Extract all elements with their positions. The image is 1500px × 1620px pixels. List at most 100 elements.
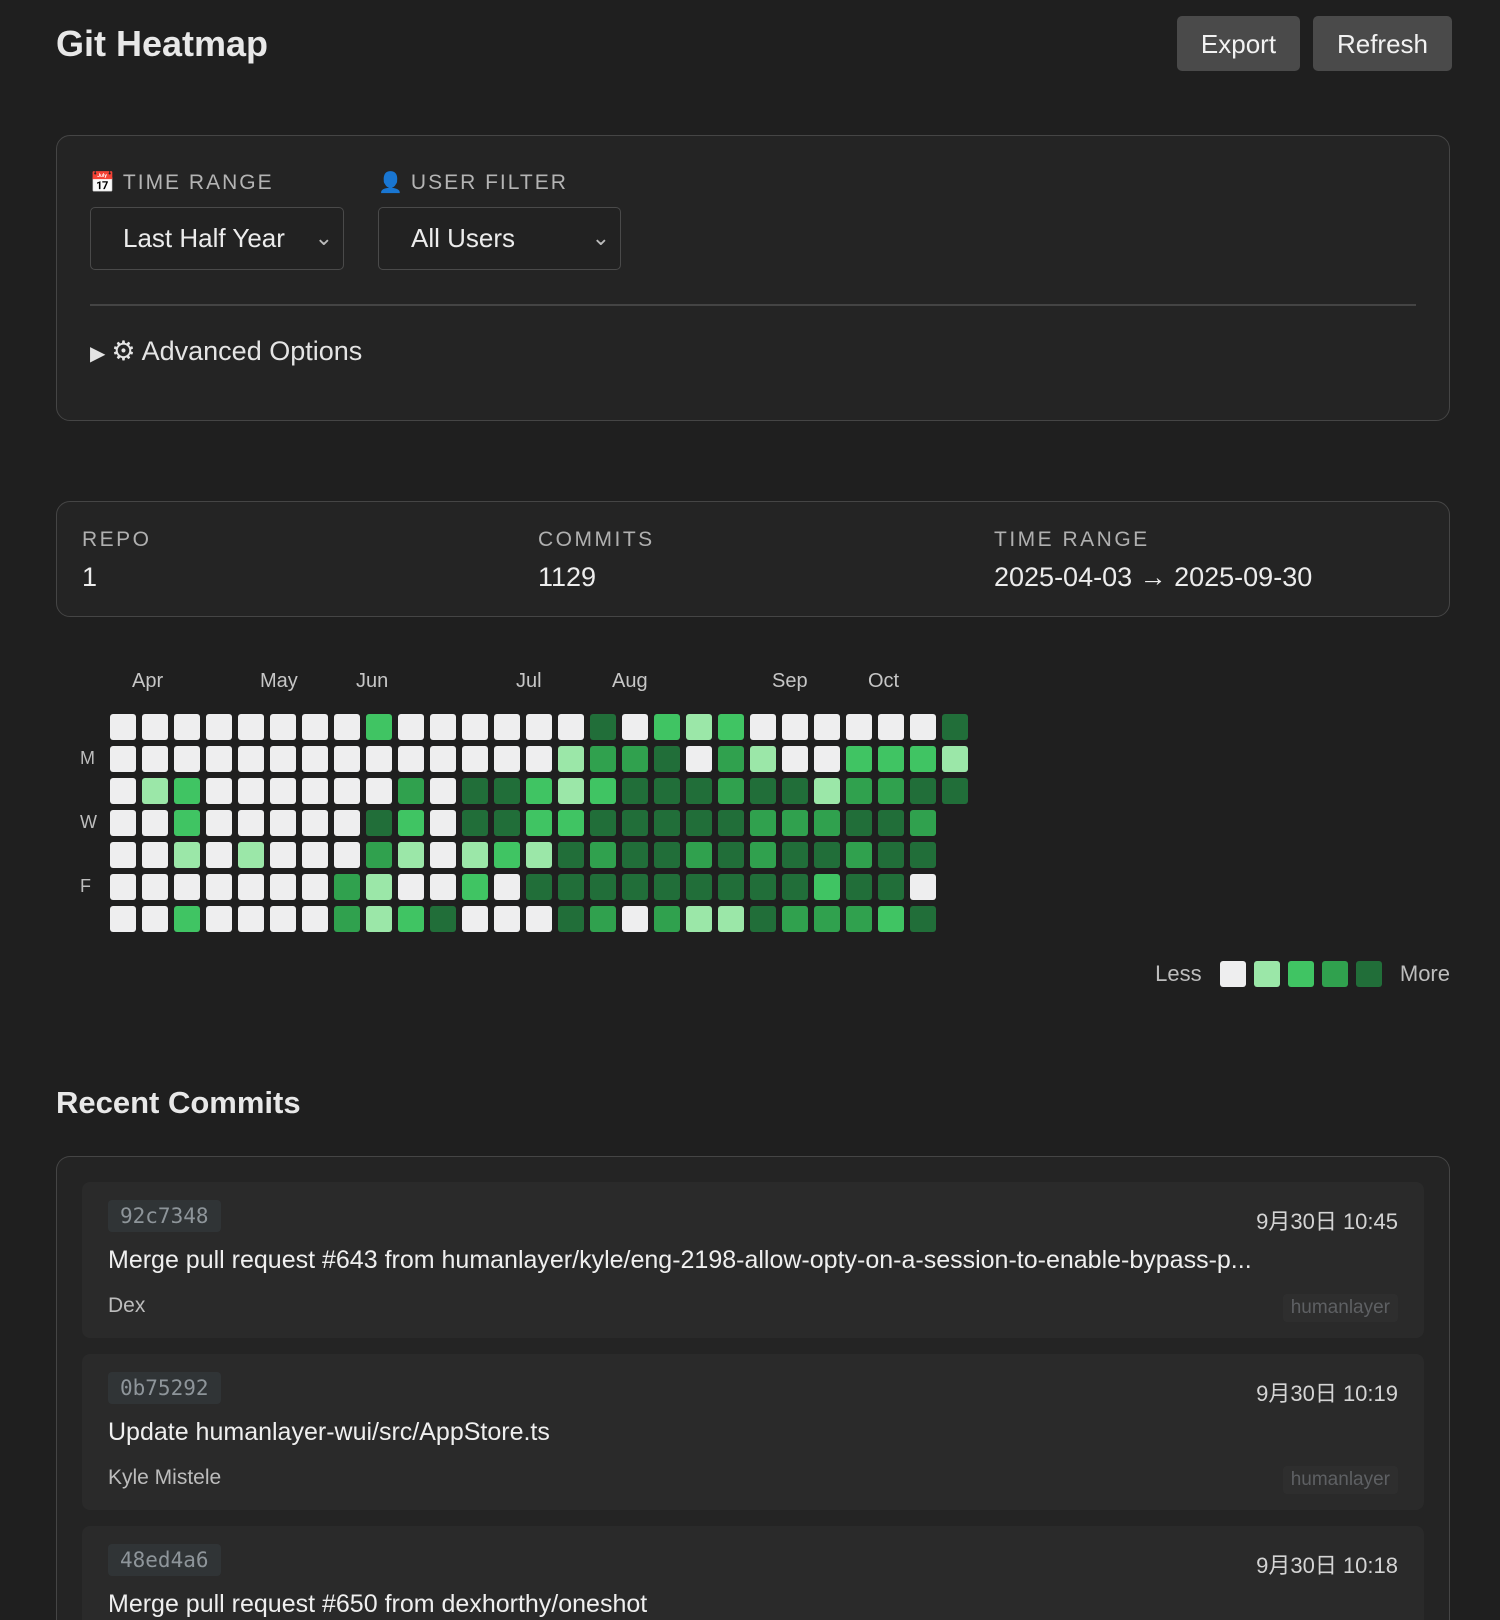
heatmap-cell[interactable] — [750, 746, 776, 772]
heatmap-cell[interactable] — [174, 714, 200, 740]
heatmap-cell[interactable] — [238, 842, 264, 868]
heatmap-cell[interactable] — [558, 842, 584, 868]
heatmap-cell[interactable] — [686, 714, 712, 740]
heatmap-cell[interactable] — [526, 810, 552, 836]
heatmap-cell[interactable] — [398, 906, 424, 932]
heatmap-cell[interactable] — [654, 714, 680, 740]
heatmap-cell[interactable] — [270, 714, 296, 740]
heatmap-cell[interactable] — [334, 874, 360, 900]
heatmap-cell[interactable] — [430, 810, 456, 836]
heatmap-cell[interactable] — [878, 778, 904, 804]
heatmap-cell[interactable] — [750, 810, 776, 836]
heatmap-cell[interactable] — [110, 842, 136, 868]
heatmap-cell[interactable] — [526, 874, 552, 900]
heatmap-cell[interactable] — [334, 714, 360, 740]
heatmap-cell[interactable] — [462, 842, 488, 868]
heatmap-cell[interactable] — [174, 778, 200, 804]
heatmap-cell[interactable] — [622, 874, 648, 900]
heatmap-cell[interactable] — [398, 714, 424, 740]
heatmap-cell[interactable] — [846, 714, 872, 740]
heatmap-cell[interactable] — [750, 874, 776, 900]
heatmap-cell[interactable] — [622, 810, 648, 836]
heatmap-cell[interactable] — [782, 778, 808, 804]
heatmap-cell[interactable] — [270, 874, 296, 900]
heatmap-cell[interactable] — [782, 746, 808, 772]
heatmap-cell[interactable] — [206, 842, 232, 868]
heatmap-cell[interactable] — [654, 874, 680, 900]
heatmap-cell[interactable] — [302, 714, 328, 740]
heatmap-cell[interactable] — [910, 842, 936, 868]
heatmap-cell[interactable] — [590, 746, 616, 772]
heatmap-cell[interactable] — [654, 906, 680, 932]
heatmap-cell[interactable] — [590, 714, 616, 740]
heatmap-cell[interactable] — [398, 874, 424, 900]
heatmap-cell[interactable] — [814, 906, 840, 932]
heatmap-cell[interactable] — [494, 874, 520, 900]
heatmap-cell[interactable] — [174, 842, 200, 868]
heatmap-cell[interactable] — [654, 746, 680, 772]
heatmap-cell[interactable] — [846, 874, 872, 900]
heatmap-cell[interactable] — [142, 746, 168, 772]
heatmap-cell[interactable] — [878, 842, 904, 868]
heatmap-cell[interactable] — [110, 906, 136, 932]
heatmap-cell[interactable] — [494, 778, 520, 804]
heatmap-cell[interactable] — [558, 906, 584, 932]
heatmap-cell[interactable] — [558, 714, 584, 740]
heatmap-cell[interactable] — [686, 778, 712, 804]
heatmap-cell[interactable] — [398, 842, 424, 868]
heatmap-cell[interactable] — [302, 842, 328, 868]
heatmap-cell[interactable] — [814, 842, 840, 868]
heatmap-cell[interactable] — [910, 810, 936, 836]
heatmap-cell[interactable] — [238, 714, 264, 740]
heatmap-cell[interactable] — [814, 746, 840, 772]
heatmap-cell[interactable] — [238, 778, 264, 804]
heatmap-cell[interactable] — [782, 874, 808, 900]
heatmap-cell[interactable] — [462, 778, 488, 804]
heatmap-cell[interactable] — [750, 906, 776, 932]
heatmap-cell[interactable] — [430, 874, 456, 900]
heatmap-cell[interactable] — [270, 810, 296, 836]
heatmap-cell[interactable] — [334, 746, 360, 772]
heatmap-cell[interactable] — [942, 746, 968, 772]
heatmap-cell[interactable] — [334, 778, 360, 804]
advanced-options-toggle[interactable]: ▶ ⚙ Advanced Options — [90, 336, 362, 367]
heatmap-cell[interactable] — [750, 842, 776, 868]
heatmap-cell[interactable] — [622, 842, 648, 868]
heatmap-cell[interactable] — [814, 778, 840, 804]
heatmap-cell[interactable] — [302, 906, 328, 932]
heatmap-cell[interactable] — [782, 810, 808, 836]
heatmap-cell[interactable] — [782, 906, 808, 932]
heatmap-cell[interactable] — [110, 714, 136, 740]
heatmap-cell[interactable] — [206, 778, 232, 804]
heatmap-cell[interactable] — [494, 906, 520, 932]
heatmap-cell[interactable] — [846, 906, 872, 932]
commit-item[interactable]: 48ed4a6 9月30日 10:18 Merge pull request #… — [82, 1526, 1424, 1620]
heatmap-cell[interactable] — [398, 778, 424, 804]
heatmap-cell[interactable] — [462, 746, 488, 772]
heatmap-cell[interactable] — [334, 810, 360, 836]
commit-hash[interactable]: 92c7348 — [108, 1200, 221, 1232]
heatmap-cell[interactable] — [110, 746, 136, 772]
heatmap-cell[interactable] — [686, 842, 712, 868]
heatmap-cell[interactable] — [174, 810, 200, 836]
heatmap-cell[interactable] — [494, 842, 520, 868]
heatmap-cell[interactable] — [654, 778, 680, 804]
heatmap-cell[interactable] — [526, 746, 552, 772]
heatmap-cell[interactable] — [206, 906, 232, 932]
heatmap-cell[interactable] — [558, 746, 584, 772]
heatmap-cell[interactable] — [558, 778, 584, 804]
heatmap-cell[interactable] — [846, 842, 872, 868]
heatmap-cell[interactable] — [910, 714, 936, 740]
heatmap-cell[interactable] — [366, 746, 392, 772]
heatmap-cell[interactable] — [910, 746, 936, 772]
heatmap-cell[interactable] — [686, 874, 712, 900]
heatmap-cell[interactable] — [366, 842, 392, 868]
heatmap-cell[interactable] — [206, 810, 232, 836]
heatmap-cell[interactable] — [302, 746, 328, 772]
heatmap-cell[interactable] — [462, 874, 488, 900]
heatmap-cell[interactable] — [270, 778, 296, 804]
heatmap-cell[interactable] — [590, 842, 616, 868]
heatmap-cell[interactable] — [430, 906, 456, 932]
heatmap-cell[interactable] — [622, 906, 648, 932]
heatmap-cell[interactable] — [686, 746, 712, 772]
